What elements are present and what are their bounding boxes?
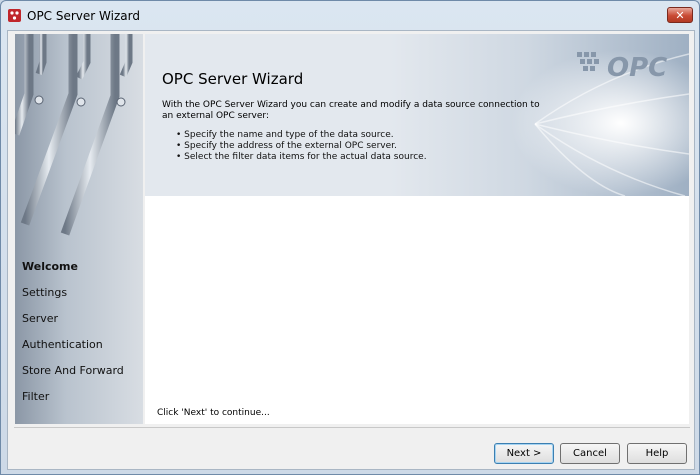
wizard-sidebar: Welcome Settings Server Authentication S… [15,34,143,424]
banner-description: With the OPC Server Wizard you can creat… [162,100,540,121]
welcome-banner: OPC OPC Server Wizard With the OPC Serve… [145,34,689,196]
title-bar[interactable]: OPC Server Wizard ✕ [1,1,699,29]
cancel-button[interactable]: Cancel [560,443,620,464]
bullet-list: • Specify the name and type of the data … [176,130,427,163]
opc-logo: OPC [607,53,667,83]
close-button[interactable]: ✕ [667,7,693,23]
wizard-window: OPC Server Wizard ✕ Welcome Settings Ser… [0,0,700,475]
window-title: OPC Server Wizard [27,9,140,23]
step-server[interactable]: Server [22,312,142,330]
step-store-and-forward[interactable]: Store And Forward [22,364,142,382]
bullet-item: • Select the filter data items for the a… [176,152,427,162]
opc-app-icon [8,9,21,22]
bullet-item: • Specify the address of the external OP… [176,141,397,151]
help-button[interactable]: Help [627,443,687,464]
continue-hint: Click 'Next' to continue... [157,408,270,418]
step-settings[interactable]: Settings [22,286,142,304]
banner-title: OPC Server Wizard [162,70,304,88]
step-welcome[interactable]: Welcome [22,260,142,278]
step-filter[interactable]: Filter [22,390,142,408]
step-authentication[interactable]: Authentication [22,338,142,356]
wizard-body: Welcome Settings Server Authentication S… [7,30,695,470]
wizard-content: OPC OPC Server Wizard With the OPC Serve… [145,34,689,424]
footer-divider [14,427,690,428]
circuit-decoration-icon [15,34,133,236]
next-button[interactable]: Next > [494,443,554,464]
bullet-item: • Specify the name and type of the data … [176,130,394,140]
